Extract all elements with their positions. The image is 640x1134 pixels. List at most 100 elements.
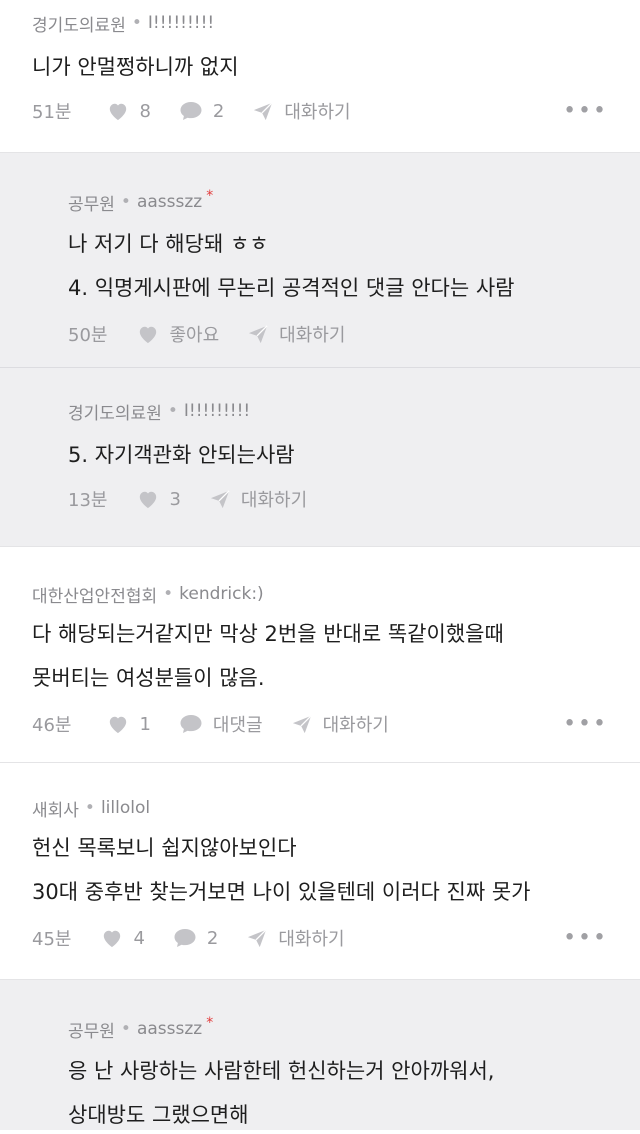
chat-button[interactable]: 대화하기 [247, 321, 345, 347]
comment-actions: 46분 1 대댓글 대화하기 ••• [32, 711, 608, 737]
like-button[interactable]: 4 [101, 927, 145, 949]
like-count: 1 [139, 713, 151, 735]
reply-item: 공무원 • aassszz * 응 난 사랑하는 사람한테 헌신하는거 안아까워… [0, 979, 640, 1130]
comment-body: 5. 자기객관화 안되는사람 [68, 436, 608, 474]
heart-icon [104, 930, 121, 948]
send-icon [254, 102, 273, 121]
comment-actions: 45분 4 2 대화하기 ••• [32, 925, 608, 951]
comment-line: 니가 안멀쩡하니까 없지 [32, 55, 239, 79]
heart-icon [140, 326, 157, 344]
comment-time: 13분 [68, 490, 108, 511]
comment-meta: 공무원 • aassszz * [68, 1015, 608, 1042]
comment-meta: 공무원 • aassszz * [68, 188, 608, 215]
author-nickname[interactable]: aassszz [137, 192, 202, 212]
reply-button[interactable]: 2 [179, 101, 224, 122]
send-icon [292, 715, 312, 734]
author-affiliation[interactable]: 새회사 [32, 796, 79, 821]
meta-dot: • [120, 1019, 131, 1039]
reply-button[interactable]: 2 [173, 928, 218, 949]
comment-actions: 51분 8 2 대화하기 ••• [32, 98, 608, 124]
chat-button[interactable]: 대화하기 [246, 925, 345, 951]
chat-label: 대화하기 [278, 929, 345, 950]
author-nickname[interactable]: I!!!!!!!!! [184, 401, 250, 421]
chat-label: 대화하기 [279, 325, 346, 346]
author-affiliation[interactable]: 경기도의료원 [68, 399, 162, 424]
comment-body: 응 난 사랑하는 사람한테 헌신하는거 안아까워서, 상대방도 그랬으면해 [68, 1052, 608, 1134]
reply-item: 공무원 • aassszz * 나 저기 다 해당돼 ㅎㅎ 4. 익명게시판에 … [0, 152, 640, 367]
comment-meta: 새회사 • lillolol [32, 795, 608, 821]
heart-icon [110, 103, 127, 121]
like-count: 8 [139, 100, 151, 122]
reply-item: 경기도의료원 • I!!!!!!!!! 5. 자기객관화 안되는사람 13분 3… [0, 367, 640, 546]
comment-line: 상대방도 그랬으면해 [68, 1103, 249, 1127]
comment-line: 응 난 사랑하는 사람한테 헌신하는거 안아까워서, [68, 1059, 495, 1083]
more-dots-icon[interactable]: ••• [563, 926, 608, 951]
comment-line: 못버티는 여성분들이 많음. [32, 666, 265, 690]
comment-line: 5. 자기객관화 안되는사람 [68, 443, 295, 467]
comment-body: 헌신 목록보니 쉽지않아보인다 30대 중후반 찾는거보면 나이 있을텐데 이러… [32, 829, 608, 911]
meta-dot: • [131, 13, 142, 33]
comment-line: 헌신 목록보니 쉽지않아보인다 [32, 836, 297, 860]
comment-meta: 경기도의료원 • I!!!!!!!!! [32, 10, 608, 36]
more-dots-icon[interactable]: ••• [563, 99, 608, 124]
comment-line: 30대 중후반 찾는거보면 나이 있을텐데 이러다 진짜 못가 [32, 880, 531, 904]
comment-body: 다 해당되는거같지만 막상 2번을 반대로 똑같이했을때 못버티는 여성분들이 … [32, 615, 608, 697]
chat-button[interactable]: 대화하기 [291, 711, 389, 737]
author-nickname[interactable]: kendrick:) [179, 584, 264, 604]
author-affiliation[interactable]: 공무원 [68, 1017, 115, 1042]
reply-count: 2 [212, 100, 225, 122]
speech-bubble-icon [174, 929, 196, 947]
comment-actions: 13분 3 대화하기 [68, 486, 608, 512]
heart-icon [140, 491, 157, 509]
author-affiliation[interactable]: 공무원 [68, 190, 115, 215]
comment-time: 51분 [32, 102, 72, 123]
comment-meta: 경기도의료원 • I!!!!!!!!! [68, 398, 608, 424]
send-icon [249, 325, 268, 344]
author-nickname[interactable]: aassszz [137, 1019, 202, 1039]
comment-body: 나 저기 다 해당돼 ㅎㅎ 4. 익명게시판에 무논리 공격적인 댓글 안다는 … [68, 225, 608, 307]
meta-dot: • [84, 798, 95, 818]
like-button[interactable]: 좋아요 [137, 321, 219, 347]
send-icon [248, 929, 267, 948]
reply-count: 2 [206, 927, 219, 949]
chat-button[interactable]: 대화하기 [209, 486, 307, 512]
reply-label: 대댓글 [212, 715, 263, 736]
author-star-icon: * [206, 1015, 214, 1031]
comment-item: 대한산업안전협회 • kendrick:) 다 해당되는거같지만 막상 2번을 … [0, 546, 640, 762]
chat-button[interactable]: 대화하기 [252, 98, 351, 124]
comment-time: 46분 [32, 715, 72, 736]
author-star-icon: * [206, 188, 214, 204]
speech-bubble-icon [180, 715, 202, 733]
meta-dot: • [167, 401, 178, 421]
like-label: 좋아요 [169, 325, 220, 346]
chat-label: 대화하기 [322, 715, 389, 736]
like-count: 3 [169, 488, 181, 510]
comment-line: 다 해당되는거같지만 막상 2번을 반대로 똑같이했을때 [32, 622, 504, 646]
send-icon [210, 490, 230, 509]
chat-label: 대화하기 [240, 490, 308, 511]
comment-line: 4. 익명게시판에 무논리 공격적인 댓글 안다는 사람 [68, 276, 515, 300]
reply-button[interactable]: 대댓글 [179, 711, 263, 737]
comment-time: 50분 [68, 325, 108, 346]
comment-time: 45분 [32, 929, 72, 950]
author-nickname[interactable]: lillolol [101, 798, 150, 818]
meta-dot: • [163, 584, 174, 604]
speech-bubble-icon [180, 102, 202, 120]
author-nickname[interactable]: I!!!!!!!!! [148, 13, 214, 33]
comment-actions: 50분 좋아요 대화하기 [68, 321, 608, 347]
comment-line: 나 저기 다 해당돼 ㅎㅎ [68, 232, 269, 256]
like-button[interactable]: 1 [107, 713, 151, 735]
comment-meta: 대한산업안전협회 • kendrick:) [32, 581, 608, 607]
comment-body: 니가 안멀쩡하니까 없지 [32, 48, 608, 86]
author-affiliation[interactable]: 경기도의료원 [32, 11, 126, 36]
heart-icon [110, 716, 127, 734]
like-button[interactable]: 3 [137, 488, 181, 510]
chat-label: 대화하기 [284, 102, 351, 123]
meta-dot: • [120, 192, 131, 212]
comment-item: 경기도의료원 • I!!!!!!!!! 니가 안멀쩡하니까 없지 51분 8 2… [0, 0, 640, 152]
author-affiliation[interactable]: 대한산업안전협회 [32, 582, 157, 607]
more-dots-icon[interactable]: ••• [563, 712, 608, 737]
comment-item: 새회사 • lillolol 헌신 목록보니 쉽지않아보인다 30대 중후반 찾… [0, 762, 640, 979]
like-button[interactable]: 8 [107, 100, 151, 122]
like-count: 4 [133, 927, 145, 949]
